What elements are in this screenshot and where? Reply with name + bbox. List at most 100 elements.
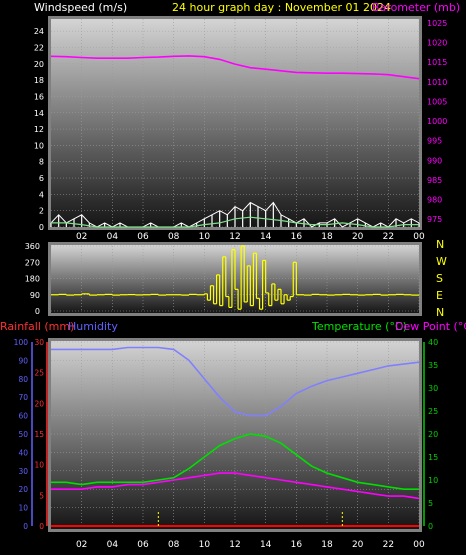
x-axis-ticks: 02 04 06 08 10 12 14 16 18 20 22 00 <box>76 232 425 242</box>
y-tick-label-windspeed: 22 <box>34 43 44 52</box>
y-tick-label-windspeed: 8 <box>39 158 44 167</box>
y-tick-label-temperature: 25 <box>428 407 438 416</box>
x-tick-label: 20 <box>352 540 364 550</box>
y-tick-label-humidity: 30 <box>18 467 28 476</box>
direction-label: N <box>436 306 444 319</box>
x-tick-label: 22 <box>383 232 394 242</box>
direction-label: S <box>436 272 443 285</box>
x-tick-label: 02 <box>76 540 87 550</box>
x-tick-label: 12 <box>229 540 240 550</box>
plot-area <box>51 19 419 227</box>
y-tick-label-humidity: 70 <box>18 393 28 402</box>
y-tick-label-windspeed: 2 <box>39 207 44 216</box>
y-tick-label-humidity: 0 <box>23 522 28 531</box>
y-tick-label-temperature: 5 <box>428 499 433 508</box>
y-tick-label-temperature: 40 <box>428 338 438 347</box>
y-tick-label-barometer: 1020 <box>427 39 447 48</box>
barometer-axis-title: Barometer (mb) <box>372 1 460 14</box>
y-tick-label-humidity: 10 <box>18 504 28 513</box>
y-tick-label-humidity: 90 <box>18 356 28 365</box>
x-tick-label: 04 <box>107 540 119 550</box>
y-tick-label-direction: 0 <box>35 307 40 316</box>
x-tick-label: 16 <box>291 232 303 242</box>
y-tick-label-windspeed: 12 <box>34 125 44 134</box>
x-tick-label: 14 <box>260 540 272 550</box>
x-tick-label: 10 <box>199 232 211 242</box>
y-tick-label-direction: 360 <box>25 242 40 251</box>
y-tick-label-barometer: 975 <box>427 215 442 224</box>
wind-barometer-panel: 024681012141618202224 975980985990995100… <box>34 16 447 232</box>
y-tick-label-rainfall: 25 <box>34 369 44 378</box>
y-tick-label-barometer: 1015 <box>427 58 447 67</box>
y-tick-label-windspeed: 18 <box>34 76 44 85</box>
x-tick-label: 06 <box>137 232 149 242</box>
y-tick-label-humidity: 80 <box>18 375 28 384</box>
x-tick-label: 04 <box>107 232 119 242</box>
y-tick-label-humidity: 40 <box>18 448 28 457</box>
y-tick-label-barometer: 985 <box>427 176 442 185</box>
x-tick-label: 18 <box>321 540 333 550</box>
y-tick-label-direction: 180 <box>25 275 40 284</box>
humidity-axis-title: Humidity <box>68 320 118 333</box>
y-tick-label-barometer: 1010 <box>427 78 447 87</box>
x-tick-label: 00 <box>413 540 425 550</box>
y-tick-label-barometer: 995 <box>427 137 442 146</box>
y-tick-label-direction: 90 <box>30 291 40 300</box>
x-tick-label: 12 <box>229 232 240 242</box>
y-tick-label-rainfall: 20 <box>34 399 44 408</box>
y-tick-label-barometer: 1000 <box>427 117 447 126</box>
y-tick-label-temperature: 10 <box>428 476 438 485</box>
y-tick-label-barometer: 980 <box>427 196 442 205</box>
x-tick-label: 10 <box>199 540 211 550</box>
x-tick-label: 08 <box>168 540 180 550</box>
weather-graph: Windspeed (m/s) 24 hour graph day : Nove… <box>0 1 466 550</box>
y-tick-label-direction: 270 <box>25 258 40 267</box>
direction-label: N <box>436 238 444 251</box>
y-tick-label-humidity: 100 <box>14 338 29 347</box>
x-tick-label: 02 <box>76 232 87 242</box>
y-tick-label-rainfall: 10 <box>34 461 44 470</box>
windspeed-axis-title: Windspeed (m/s) <box>34 1 127 14</box>
x-tick-label: 14 <box>260 232 272 242</box>
y-tick-label-humidity: 60 <box>18 412 28 421</box>
x-axis-ticks: 02 04 06 08 10 12 14 16 18 20 22 00 <box>76 540 425 550</box>
y-tick-label-temperature: 35 <box>428 361 438 370</box>
y-tick-label-windspeed: 0 <box>39 223 44 232</box>
y-tick-label-windspeed: 14 <box>34 109 44 118</box>
wind-direction-panel: 0 90 180 270 360 <box>25 242 422 316</box>
y-tick-label-rainfall: 5 <box>39 491 44 500</box>
x-tick-label: 00 <box>413 232 425 242</box>
x-tick-label: 16 <box>291 540 303 550</box>
temperature-axis-title: Temperature (°C) <box>311 320 407 333</box>
y-tick-label-humidity: 20 <box>18 485 28 494</box>
y-tick-label-windspeed: 4 <box>39 190 44 199</box>
x-tick-label: 18 <box>321 232 333 242</box>
x-tick-label: 20 <box>352 232 364 242</box>
y-tick-label-windspeed: 6 <box>39 174 44 183</box>
y-tick-label-temperature: 20 <box>428 430 438 439</box>
y-tick-label-rainfall: 15 <box>34 430 44 439</box>
direction-label: W <box>436 255 447 268</box>
x-tick-label: 06 <box>137 540 149 550</box>
y-tick-label-barometer: 1025 <box>427 19 447 28</box>
y-tick-label-windspeed: 10 <box>34 141 44 150</box>
y-tick-label-temperature: 15 <box>428 453 438 462</box>
y-tick-label-windspeed: 16 <box>34 92 44 101</box>
direction-labels: NWSEN <box>436 238 447 319</box>
dew-point-axis-title: Dew Point (°C) <box>395 320 466 333</box>
rainfall-axis-title: Rainfall (mm) <box>0 320 74 333</box>
y-tick-label-rainfall: 0 <box>39 522 44 531</box>
y-tick-label-windspeed: 20 <box>34 60 44 69</box>
graph-title: 24 hour graph day : November 01 2024 <box>172 1 391 14</box>
rain-humidity-temp-panel: 0 10 20 30 40 50 60 70 80 90 100 0 5 10 15 20 25 30 0 5 10 15… <box>14 338 438 532</box>
y-tick-label-temperature: 30 <box>428 384 438 393</box>
y-tick-label-windspeed: 24 <box>34 27 44 36</box>
y-tick-label-barometer: 1005 <box>427 97 447 106</box>
direction-label: E <box>436 289 443 302</box>
y-tick-label-humidity: 50 <box>18 430 28 439</box>
y-tick-label-rainfall: 30 <box>34 338 44 347</box>
x-tick-label: 08 <box>168 232 180 242</box>
y-tick-label-barometer: 990 <box>427 156 442 165</box>
y-tick-label-temperature: 0 <box>428 522 433 531</box>
x-tick-label: 22 <box>383 540 394 550</box>
